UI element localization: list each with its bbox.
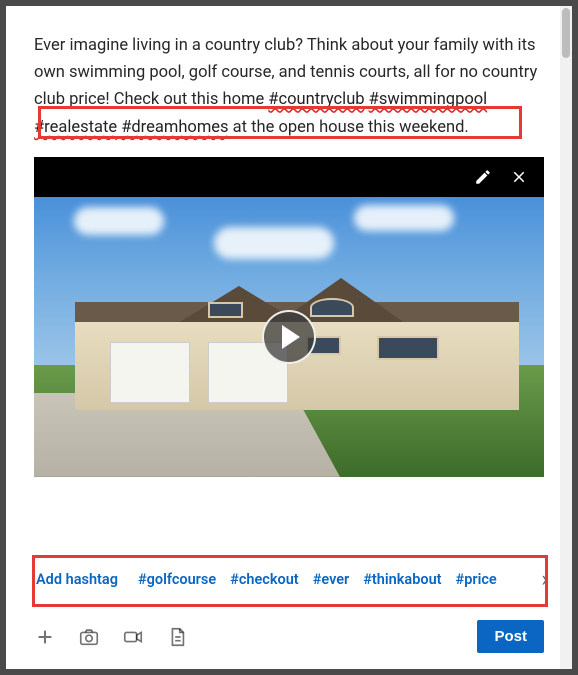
chevron-right-icon[interactable]: › [541, 567, 548, 592]
hashtag-dreamhomes[interactable]: #dreamhomes [121, 118, 228, 137]
post-text-after: at the open house this weekend. [233, 118, 469, 137]
play-button[interactable] [262, 310, 316, 364]
post-button[interactable]: Post [477, 620, 544, 653]
post-text-area[interactable]: Ever imagine living in a country club? T… [34, 32, 544, 141]
media-toolbar [34, 157, 544, 197]
add-hashtag-button[interactable]: Add hashtag [36, 571, 118, 588]
close-icon[interactable] [510, 168, 528, 186]
video-thumbnail[interactable] [34, 197, 544, 477]
scrollbar-thumb[interactable] [562, 8, 570, 58]
video-attachment [34, 157, 544, 477]
scrollbar[interactable] [560, 6, 572, 669]
hashtag-suggestion-thinkabout[interactable]: #thinkabout [359, 568, 445, 591]
hashtag-suggestion-ever[interactable]: #ever [309, 568, 354, 591]
hashtag-swimmingpool[interactable]: #swimmingpool [369, 90, 488, 109]
composer-toolbar: Post [34, 620, 544, 653]
hashtag-realestate[interactable]: #realestate [34, 118, 117, 137]
camera-icon[interactable] [78, 626, 100, 648]
hashtag-countryclub[interactable]: #countryclub [268, 90, 364, 109]
hashtag-suggestions-row: Add hashtag #golfcourse #checkout #ever … [34, 562, 544, 597]
plus-icon[interactable] [34, 626, 56, 648]
video-icon[interactable] [122, 626, 144, 648]
hashtag-suggestion-price[interactable]: #price [452, 568, 501, 591]
edit-icon[interactable] [474, 168, 492, 186]
post-composer-modal: Ever imagine living in a country club? T… [6, 6, 572, 669]
hashtag-suggestion-golfcourse[interactable]: #golfcourse [134, 568, 220, 591]
play-icon [282, 325, 300, 349]
hashtag-suggestion-checkout[interactable]: #checkout [226, 568, 303, 591]
document-icon[interactable] [166, 626, 188, 648]
